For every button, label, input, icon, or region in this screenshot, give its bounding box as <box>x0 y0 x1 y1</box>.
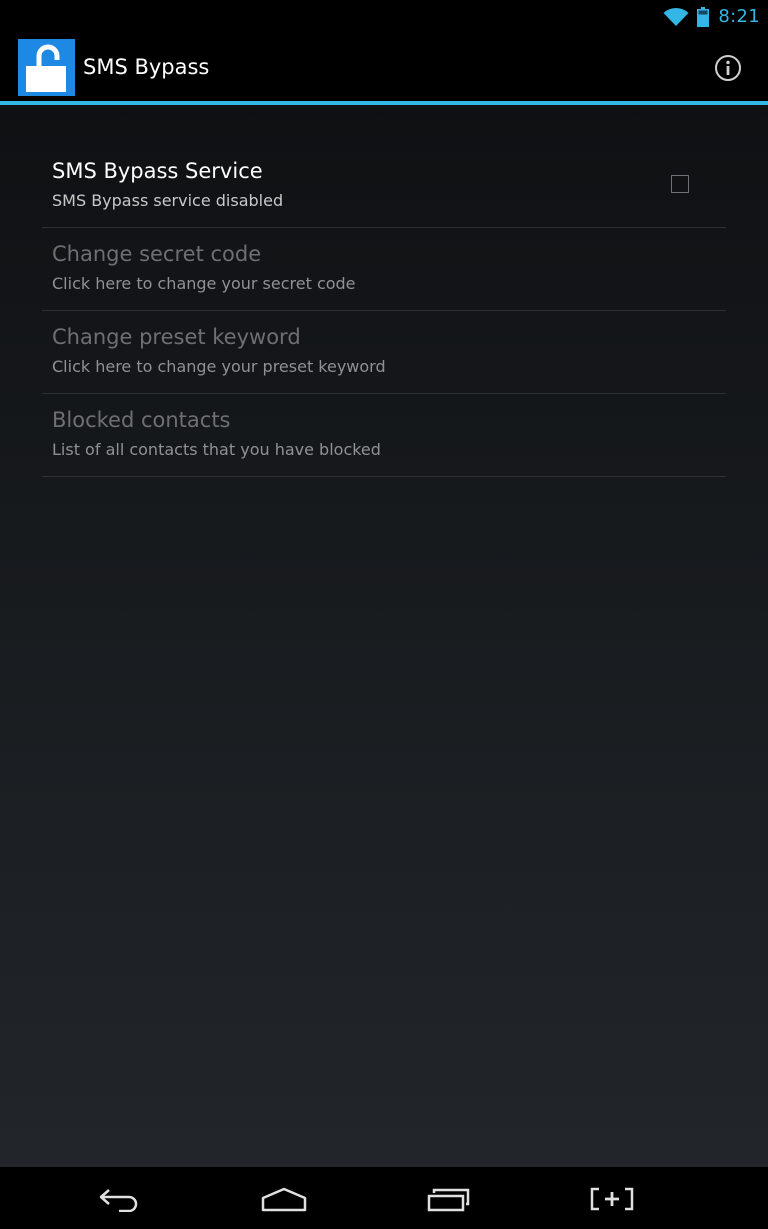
info-icon[interactable] <box>714 54 742 82</box>
recent-apps-icon <box>427 1188 470 1212</box>
preference-list: SMS Bypass Service SMS Bypass service di… <box>42 145 726 477</box>
pref-title: Change preset keyword <box>52 325 301 349</box>
pref-summary: Click here to change your preset keyword <box>52 357 386 376</box>
action-bar: SMS Bypass <box>0 33 768 101</box>
wifi-icon <box>663 7 689 26</box>
pref-title: Blocked contacts <box>52 408 231 432</box>
screenshot-icon <box>590 1187 634 1211</box>
back-icon <box>99 1189 138 1212</box>
pref-title: Change secret code <box>52 242 262 266</box>
padlock-open-icon[interactable] <box>18 39 75 96</box>
navigation-bar <box>0 1167 768 1229</box>
pref-blocked-contacts[interactable]: Blocked contacts List of all contacts th… <box>42 394 726 477</box>
app-title: SMS Bypass <box>83 55 210 79</box>
status-clock: 8:21 <box>718 6 760 27</box>
action-bar-divider <box>0 101 768 105</box>
service-checkbox[interactable] <box>671 175 689 193</box>
status-icons: 8:21 <box>663 0 760 33</box>
pref-title: SMS Bypass Service <box>52 159 263 183</box>
battery-icon <box>697 6 710 27</box>
back-button[interactable] <box>88 1177 152 1221</box>
pref-summary: SMS Bypass service disabled <box>52 191 284 210</box>
home-icon <box>261 1187 307 1212</box>
recent-apps-button[interactable] <box>416 1177 480 1221</box>
screenshot-button[interactable] <box>580 1177 644 1221</box>
pref-summary: List of all contacts that you have block… <box>52 440 381 459</box>
pref-change-preset-keyword[interactable]: Change preset keyword Click here to chan… <box>42 311 726 394</box>
pref-change-secret-code[interactable]: Change secret code Click here to change … <box>42 228 726 311</box>
home-button[interactable] <box>252 1177 316 1221</box>
pref-sms-bypass-service[interactable]: SMS Bypass Service SMS Bypass service di… <box>42 145 726 228</box>
status-bar: 8:21 <box>0 0 768 33</box>
pref-summary: Click here to change your secret code <box>52 274 356 293</box>
